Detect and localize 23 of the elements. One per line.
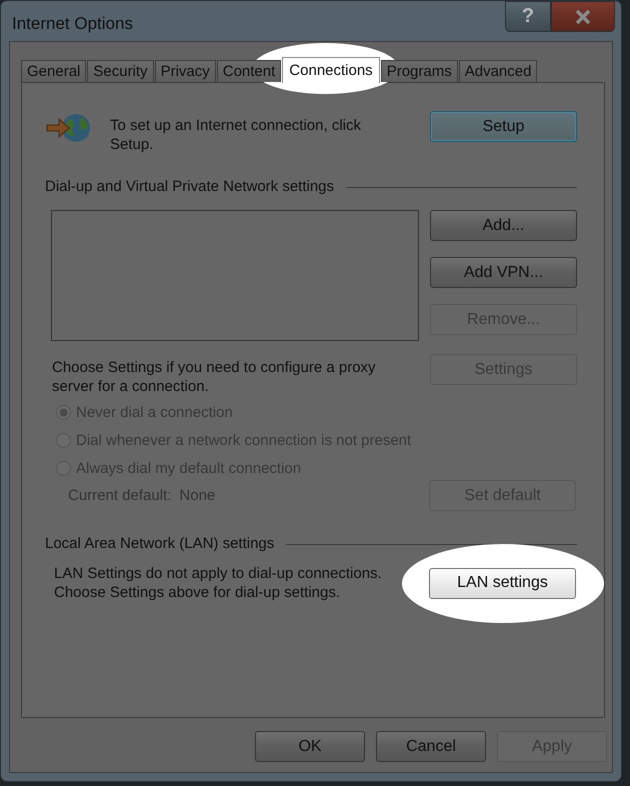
dialog-button[interactable]: Cancel [376,731,486,762]
tab[interactable]: Security [87,60,154,82]
lan-note: LAN Settings do not apply to dial-up connections. Choose Settings above for dial-up settings. [54,564,382,602]
dialog-button[interactable]: OK [255,731,365,762]
dialog-button[interactable]: LAN settings [429,568,576,598]
connection-list[interactable] [51,210,419,341]
tab[interactable]: Connections [282,57,380,83]
dialog-button[interactable]: Setup [430,111,577,142]
help-button[interactable]: ? [505,1,551,32]
tab[interactable]: General [21,60,86,82]
tab[interactable]: Programs [380,60,458,82]
close-button[interactable] [551,1,615,32]
dialog-button[interactable]: Add... [430,210,577,241]
tab[interactable]: Content [216,60,282,82]
close-icon [574,8,592,24]
tab[interactable]: Advanced [458,60,538,82]
setup-instructions: To set up an Internet connection, click Setup. [110,116,361,154]
section-heading: Dial-up and Virtual Private Network settings [45,178,334,195]
proxy-instructions: Choose Settings if you need to configure a proxy server for a connection. [52,358,376,396]
section-heading: Local Area Network (LAN) settings [45,535,274,552]
tab[interactable]: Privacy [154,60,216,82]
window-title: Internet Options [12,14,133,34]
dialog-button[interactable]: Add VPN... [430,257,577,288]
